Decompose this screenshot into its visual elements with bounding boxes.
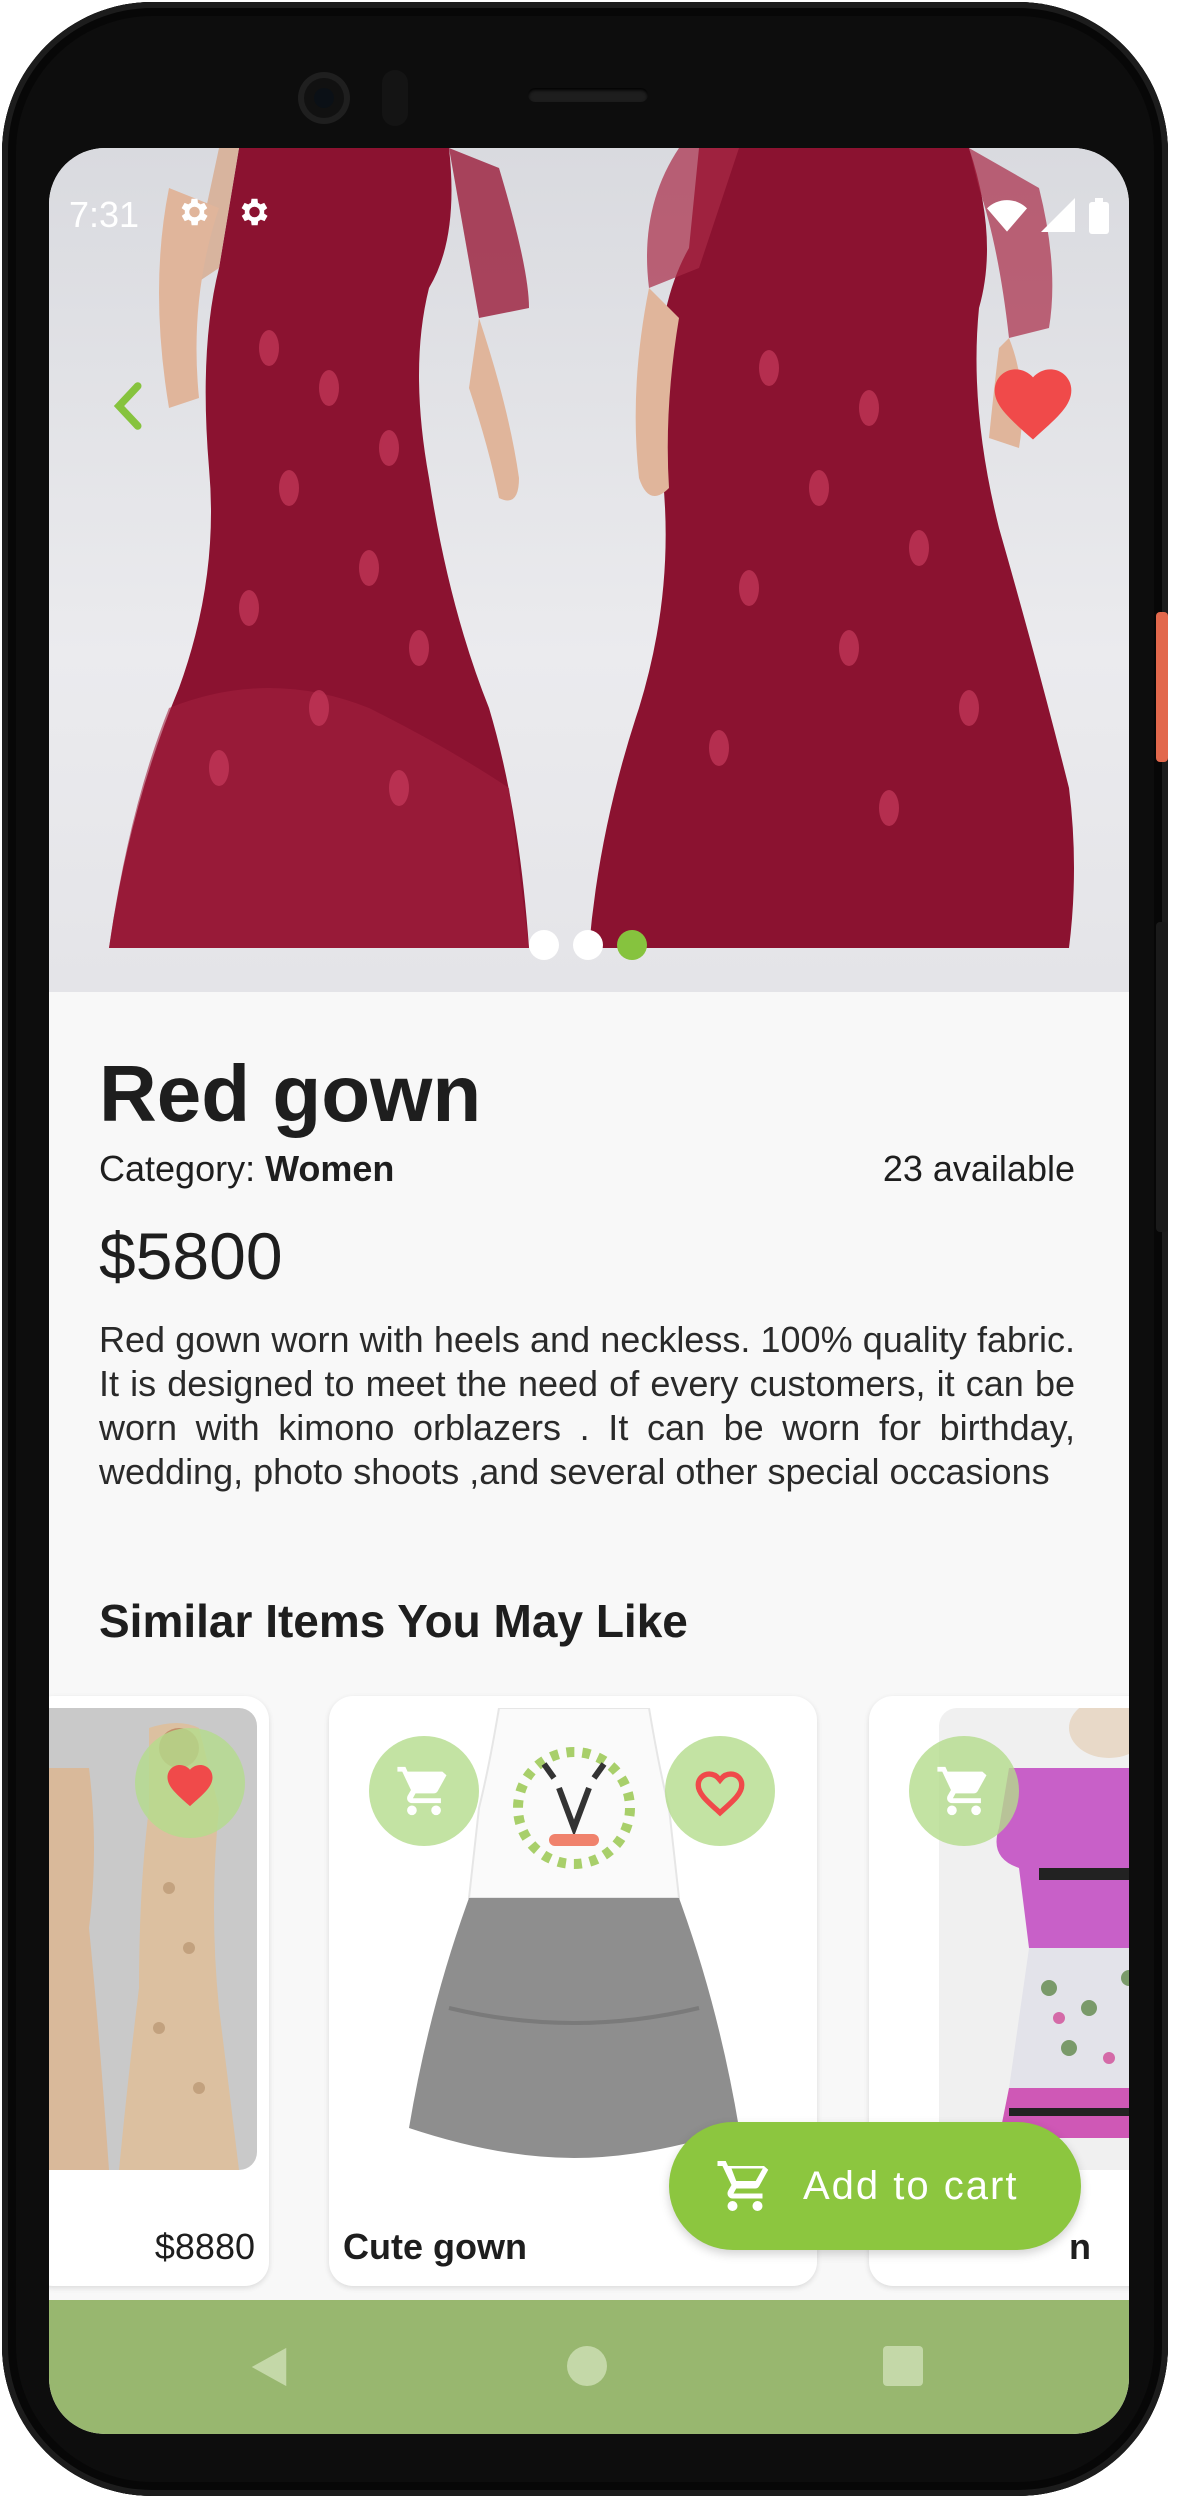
add-to-cart-label: Add to cart — [803, 2163, 1019, 2208]
carousel-dot[interactable] — [529, 930, 559, 960]
product-image-carousel[interactable]: 7:31 — [49, 148, 1129, 992]
app-screen: 7:31 Red gown Category: Women 23 availab… — [49, 148, 1129, 2434]
signal-icon — [1041, 198, 1075, 232]
proximity-sensor — [382, 70, 408, 126]
product-category: Category: Women — [99, 1148, 394, 1190]
product-price: $5800 — [99, 1219, 283, 1293]
status-bar: 7:31 — [49, 148, 1129, 235]
category-label: Category: — [99, 1148, 266, 1189]
nav-back-icon[interactable] — [247, 2344, 291, 2390]
heart-icon — [994, 369, 1072, 440]
nav-recents-icon[interactable] — [883, 2346, 923, 2386]
carousel-dot-active[interactable] — [617, 930, 647, 960]
item-name: n — [1069, 2226, 1091, 2267]
category-value: Women — [265, 1148, 395, 1189]
product-image-front — [109, 148, 529, 948]
product-image-back — [589, 148, 1074, 948]
stock-available: 23 available — [882, 1148, 1075, 1189]
system-navigation-bar — [49, 2300, 1129, 2434]
add-to-cart-button[interactable]: Add to cart — [669, 2122, 1081, 2250]
favorite-button[interactable] — [987, 356, 1079, 444]
status-time: 7:31 — [69, 194, 140, 235]
add-to-cart-icon-button[interactable] — [369, 1736, 479, 1846]
shopping-cart-icon — [717, 2161, 769, 2211]
item-price: $8880 — [154, 2226, 255, 2267]
item-name: Cute gown — [343, 2226, 527, 2267]
earpiece-speaker — [528, 88, 648, 102]
phone-frame: 7:31 Red gown Category: Women 23 availab… — [2, 2, 1168, 2496]
volume-button — [1156, 922, 1168, 1232]
front-camera — [298, 72, 350, 124]
similar-items-title: Similar Items You May Like — [99, 1595, 688, 1647]
gear-icon — [241, 198, 268, 226]
power-button — [1156, 612, 1168, 762]
add-to-cart-icon-button[interactable] — [909, 1736, 1019, 1846]
product-description: Red gown worn with heels and neckless. 1… — [99, 1319, 1075, 1492]
battery-icon — [1089, 198, 1109, 234]
similar-item-card[interactable]: $8880 — [49, 1696, 269, 2286]
heart-outline-icon — [695, 1771, 745, 1817]
carousel-dot[interactable] — [573, 930, 603, 960]
back-button[interactable] — [99, 370, 159, 442]
shopping-cart-icon — [397, 1766, 447, 1816]
heart-icon — [167, 1765, 213, 1807]
gear-icon — [181, 198, 208, 226]
shopping-cart-icon — [937, 1766, 987, 1816]
chevron-left-icon — [113, 382, 142, 430]
wifi-icon — [987, 200, 1027, 232]
nav-home-icon[interactable] — [567, 2346, 607, 2386]
carousel-indicator — [529, 930, 647, 960]
product-title: Red gown — [99, 1049, 482, 1138]
item-favorite-button[interactable] — [135, 1728, 245, 1838]
item-favorite-button[interactable] — [665, 1736, 775, 1846]
system-icons — [987, 198, 1109, 234]
